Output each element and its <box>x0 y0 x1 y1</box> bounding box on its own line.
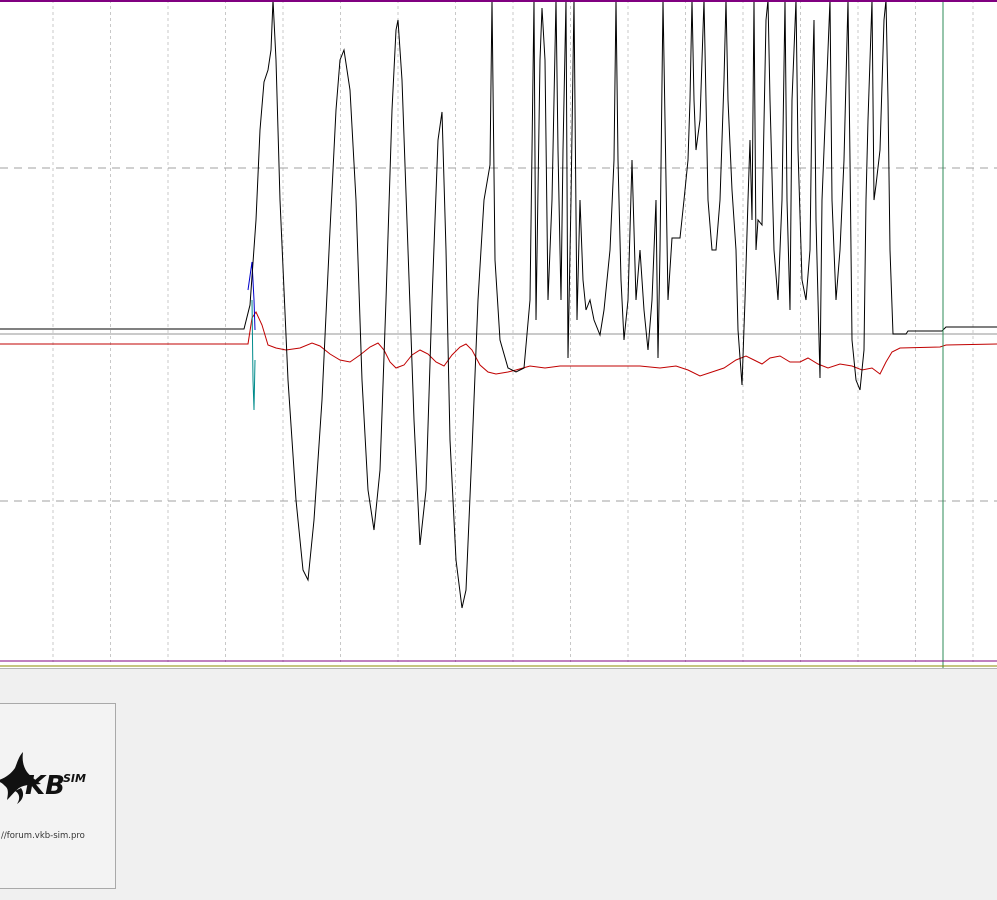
logo-brand-super: SIM <box>63 772 86 785</box>
vertical-grid-lines <box>52 0 974 662</box>
graph-canvas <box>0 0 997 668</box>
logo-brand-text: KB <box>25 771 65 801</box>
bottom-panel: KB SIM //forum.vkb-sim.pro <box>0 668 997 900</box>
vkb-logo-box[interactable]: KB SIM //forum.vkb-sim.pro <box>0 703 116 889</box>
logo-url-text[interactable]: //forum.vkb-sim.pro <box>1 831 85 841</box>
trace-black <box>0 0 997 609</box>
eagle-icon: KB SIM <box>0 752 86 804</box>
graph-plot-area[interactable] <box>0 0 997 668</box>
